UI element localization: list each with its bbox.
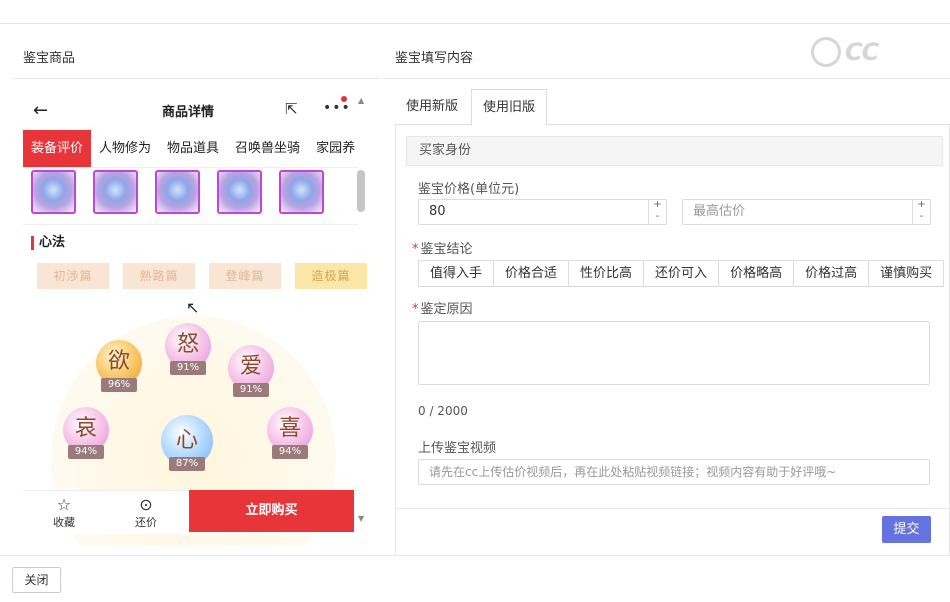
price-input[interactable]: 80 — [418, 199, 667, 225]
scroll-up-arrow-icon[interactable]: ▲ — [358, 96, 364, 105]
wheel-node-ai2: 哀 94% — [63, 407, 109, 459]
notification-dot-icon — [341, 96, 347, 102]
scroll-down-arrow-icon[interactable]: ▼ — [358, 514, 364, 523]
yen-icon: ⊙ — [139, 495, 153, 514]
conclusion-option[interactable]: 值得入手 — [418, 260, 495, 287]
node-percent: 96% — [101, 378, 137, 392]
node-percent: 87% — [169, 457, 205, 471]
reason-label: * 鉴定原因 — [412, 298, 473, 317]
divider — [23, 224, 358, 225]
tab-summons[interactable]: 召唤兽坐骑 — [227, 130, 308, 167]
reason-textarea[interactable] — [418, 321, 930, 385]
price-label: 鉴宝价格(单位元) — [418, 182, 520, 197]
section-buyer-identity: 买家身份 — [406, 136, 943, 166]
logo-ring-icon — [811, 37, 841, 67]
stage-button-selected[interactable]: 造极篇 — [295, 263, 367, 289]
right-panel-title: 鉴宝填写内容 — [395, 51, 474, 66]
favorite-label: 收藏 — [53, 516, 75, 529]
conclusion-option[interactable]: 价格过高 — [793, 260, 870, 287]
stage-button[interactable]: 登峰篇 — [209, 263, 281, 289]
conclusion-options: 值得入手 价格合适 性价比高 还价可入 价格略高 价格过高 谨慎购买 — [418, 260, 945, 287]
conclusion-label: * 鉴宝结论 — [412, 238, 473, 257]
required-mark: * — [412, 302, 419, 317]
submit-button[interactable]: 提交 — [882, 516, 931, 543]
conclusion-label-text: 鉴宝结论 — [420, 242, 473, 257]
right-divider — [383, 78, 950, 79]
tab-old-version[interactable]: 使用旧版 — [471, 89, 548, 126]
conclusion-option[interactable]: 性价比高 — [568, 260, 645, 287]
wheel-node-xin: 心 87% — [161, 415, 213, 471]
gem-amulet-icon[interactable] — [155, 170, 200, 214]
more-icon[interactable]: ••• — [323, 100, 351, 116]
gem-armor-icon[interactable] — [279, 170, 324, 214]
minus-icon[interactable]: - — [913, 211, 930, 223]
left-divider — [12, 78, 380, 79]
star-icon: ☆ — [56, 495, 72, 514]
video-label: 上传鉴宝视频 — [418, 441, 497, 456]
bargain-button[interactable]: ⊙ 还价 — [105, 491, 187, 534]
minus-icon[interactable]: - — [649, 211, 666, 223]
left-panel-title: 鉴宝商品 — [23, 51, 76, 66]
footer-divider — [0, 555, 950, 556]
bargain-label: 还价 — [135, 516, 157, 529]
gem-row — [31, 170, 324, 214]
stage-row: 初涉篇 熟路篇 登峰篇 造极篇 — [37, 263, 367, 289]
plus-icon[interactable]: + — [649, 199, 666, 211]
gem-ring-icon[interactable] — [31, 170, 76, 214]
xinfa-title: 心法 — [31, 236, 65, 250]
video-link-input[interactable]: 请先在cc上传估价视频后，再在此处粘贴视频链接；视频内容有助于好评哦~ — [418, 459, 930, 485]
reason-label-text: 鉴定原因 — [420, 302, 473, 317]
gem-ring-icon[interactable] — [217, 170, 262, 214]
logo-text: CC — [845, 38, 879, 66]
favorite-button[interactable]: ☆ 收藏 — [23, 491, 105, 534]
phone-tabs: 装备评价 人物修为 物品道具 召唤兽坐骑 家园养 — [23, 130, 358, 168]
conclusion-option[interactable]: 谨慎购买 — [868, 260, 945, 287]
tab-equipment-review[interactable]: 装备评价 — [23, 130, 92, 167]
char-counter: 0 / 2000 — [418, 404, 468, 418]
plus-icon[interactable]: + — [913, 199, 930, 211]
required-mark: * — [412, 242, 419, 257]
wheel-node-nu: 怒 91% — [165, 323, 211, 375]
share-icon[interactable]: ⇱ — [285, 100, 298, 118]
wheel-node-xi: 喜 94% — [267, 407, 313, 459]
stage-button[interactable]: 熟路篇 — [123, 263, 195, 289]
tab-character[interactable]: 人物修为 — [91, 130, 159, 167]
price-stepper[interactable]: + - — [648, 199, 666, 225]
conclusion-option[interactable]: 价格略高 — [718, 260, 795, 287]
wheel-node-yu: 欲 96% — [96, 340, 142, 392]
conclusion-option[interactable]: 还价可入 — [643, 260, 720, 287]
node-percent: 94% — [272, 445, 308, 459]
node-percent: 94% — [68, 445, 104, 459]
tab-items[interactable]: 物品道具 — [159, 130, 227, 167]
node-percent: 91% — [170, 361, 206, 375]
wheel-node-ai: 爱 91% — [228, 345, 274, 397]
stage-button[interactable]: 初涉篇 — [37, 263, 109, 289]
form-footer-divider — [395, 508, 950, 509]
conclusion-option[interactable]: 价格合适 — [493, 260, 570, 287]
buy-now-button[interactable]: 立即购买 — [189, 490, 354, 532]
scrollbar-thumb[interactable] — [357, 170, 365, 212]
gem-necklace-icon[interactable] — [93, 170, 138, 214]
top-strip — [0, 0, 950, 24]
tab-home[interactable]: 家园养 — [308, 130, 363, 167]
node-percent: 91% — [233, 383, 269, 397]
cc-logo: CC — [811, 34, 936, 70]
max-price-input[interactable]: 最高估价 — [682, 199, 931, 225]
phone-title: 商品详情 — [161, 105, 214, 120]
max-price-stepper[interactable]: + - — [912, 199, 930, 225]
phone-header: ← 商品详情 ⇱ ••• — [23, 90, 368, 130]
phone-preview: ← 商品详情 ⇱ ••• 装备评价 人物修为 物品道具 召唤兽坐骑 家园养 心法… — [23, 90, 368, 545]
tab-new-version[interactable]: 使用新版 — [395, 89, 469, 125]
mouse-cursor-icon: ↖ — [186, 298, 200, 317]
close-button[interactable]: 关闭 — [12, 567, 61, 593]
